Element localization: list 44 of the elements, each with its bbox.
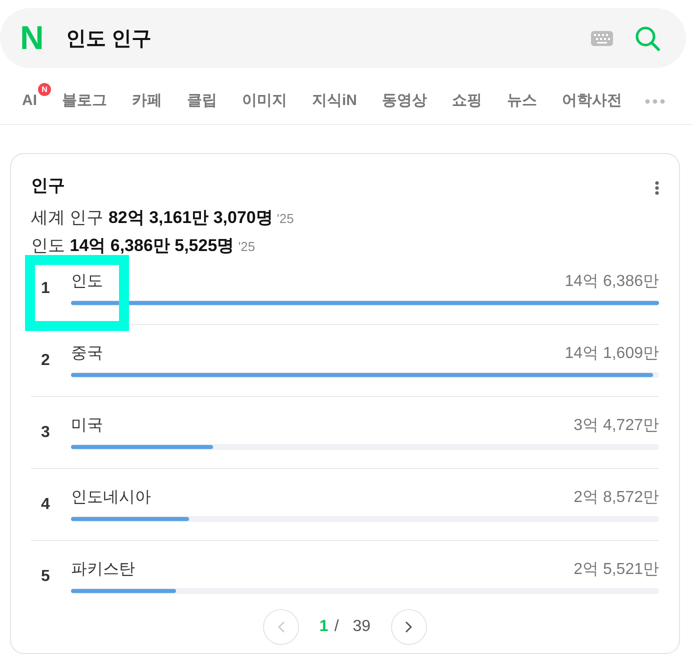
population-value: 14억 1,609만 <box>564 344 659 364</box>
population-value: 3억 4,727만 <box>574 416 659 436</box>
chevron-left-icon <box>278 621 285 633</box>
rank-number: 1 <box>40 278 51 298</box>
rank-number: 4 <box>40 494 51 514</box>
search-tab[interactable]: 쇼핑 <box>452 90 482 112</box>
search-tab[interactable]: 이미지 <box>242 90 287 112</box>
search-tab[interactable]: 지식iN <box>312 90 357 112</box>
summary-text: 인도 14억 6,386만 5,525명 <box>31 236 234 255</box>
country-name[interactable]: 중국 <box>71 343 103 365</box>
more-icon[interactable] <box>645 98 665 104</box>
chevron-right-icon <box>405 621 412 633</box>
population-value: 14억 6,386만 <box>564 272 659 292</box>
keyboard-icon[interactable] <box>591 30 613 46</box>
search-tab[interactable]: AI <box>22 90 37 112</box>
search-tab[interactable]: 블로그 <box>62 90 107 112</box>
search-field[interactable]: 인도 인구 <box>66 22 591 54</box>
search-tab[interactable]: 어학사전 <box>562 90 622 112</box>
search-bar[interactable]: N 인도 인구 <box>0 8 686 68</box>
country-name[interactable]: 미국 <box>71 415 103 437</box>
year-label: '25 <box>276 211 294 226</box>
next-page-button[interactable] <box>390 609 427 645</box>
page-separator: / <box>334 617 339 637</box>
rank-number: 3 <box>40 422 51 442</box>
total-pages: 39 <box>352 617 371 637</box>
new-badge: N <box>38 83 51 96</box>
year-label: '25 <box>238 239 256 254</box>
more-options-icon[interactable] <box>655 181 659 195</box>
search-tab[interactable]: 클립 <box>187 90 217 112</box>
rank-number: 2 <box>40 350 51 370</box>
search-tab[interactable]: 카페 <box>132 90 162 112</box>
population-value: 2억 5,521만 <box>574 560 659 580</box>
population-value: 2억 8,572만 <box>574 488 659 508</box>
search-tab[interactable]: 동영상 <box>382 90 427 112</box>
card-title: 인구 <box>31 175 65 197</box>
country-name[interactable]: 인도 <box>71 271 103 293</box>
search-tab[interactable]: 뉴스 <box>507 90 537 112</box>
search-icon[interactable] <box>635 26 660 50</box>
summary-text: 세계 인구 82억 3,161만 3,070명 <box>31 208 273 227</box>
previous-page-button[interactable] <box>263 609 300 645</box>
country-name[interactable]: 인도네시아 <box>71 487 151 509</box>
rank-number: 5 <box>40 566 51 586</box>
current-page: 1 <box>319 617 328 637</box>
country-name[interactable]: 파키스탄 <box>71 559 135 581</box>
